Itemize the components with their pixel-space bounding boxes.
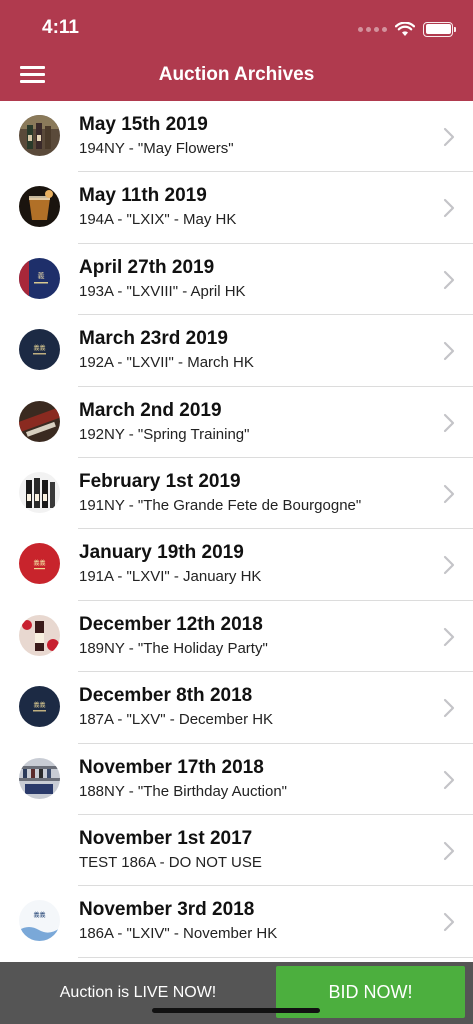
chevron-right-icon [443, 413, 455, 432]
chevron-right-icon [443, 627, 455, 646]
auction-thumbnail [19, 471, 60, 513]
signal-icon [358, 26, 387, 32]
auction-thumbnail: 義義 [19, 686, 60, 728]
auction-thumbnail [19, 186, 60, 228]
auction-date: May 11th 2019 [79, 185, 207, 207]
auction-thumbnail: 義義 [19, 900, 60, 942]
svg-text:義義: 義義 [33, 344, 45, 352]
auction-row[interactable]: December 12th 2018 189NY - "The Holiday P… [0, 601, 473, 673]
auction-name: 191A - "LXVI" - January HK [79, 568, 262, 586]
auction-date: December 8th 2018 [79, 685, 253, 707]
auction-row[interactable]: May 15th 2019 194NY - "May Flowers" [0, 101, 473, 173]
auction-date: January 19th 2019 [79, 542, 244, 564]
auction-date: November 3rd 2018 [79, 899, 255, 921]
page-title: Auction Archives [158, 64, 315, 85]
auction-row[interactable]: May 11th 2019 194A - "LXIX" - May HK [0, 172, 473, 244]
chevron-right-icon [443, 484, 455, 504]
auction-date: March 2nd 2019 [79, 399, 222, 421]
auction-row[interactable]: 義 April 27th 2019 193A - "LXVIII" - April … [0, 244, 473, 316]
chevron-right-icon [443, 913, 455, 932]
svg-text:義義: 義義 [33, 911, 45, 919]
auction-name: 187A - "LXV" - December HK [79, 711, 274, 729]
auction-thumbnail [19, 400, 60, 442]
auction-name: 194NY - "May Flowers" [79, 140, 234, 157]
auction-row[interactable]: 義義 January 19th 2019 191A - "LXVI" - Janua… [0, 529, 473, 601]
auction-thumbnail [19, 115, 60, 156]
auction-list: May 15th 2019 194NY - "May Flowers" May 11… [0, 101, 473, 958]
auction-row[interactable]: 義義 December 8th 2018 187A - "LXV" - Decemb… [0, 672, 473, 744]
status-time: 4:11 [42, 17, 79, 38]
chevron-right-icon [443, 699, 455, 718]
svg-text:義義: 義義 [33, 701, 45, 709]
auction-name: 192A - "LXVII" - March HK [79, 354, 254, 372]
svg-text:義義: 義義 [33, 559, 45, 567]
auction-name: 189NY - "The Holiday Party" [79, 639, 268, 657]
wifi-icon [395, 21, 415, 36]
auction-row[interactable]: November 1st 2017 TEST 186A - DO NOT USE [0, 815, 473, 887]
chevron-right-icon [443, 841, 455, 861]
auction-date: February 1st 2019 [79, 470, 241, 492]
chevron-right-icon [443, 556, 455, 575]
chevron-right-icon [443, 127, 455, 147]
auction-name: TEST 186A - DO NOT USE [79, 853, 262, 871]
auction-name: 193A - "LXVIII" - April HK [79, 282, 246, 300]
auction-thumbnail [19, 757, 60, 799]
chevron-right-icon [443, 342, 455, 361]
home-indicator [152, 1008, 320, 1013]
chevron-right-icon [443, 270, 455, 289]
auction-date: May 15th 2019 [79, 114, 208, 135]
auction-name: 194A - "LXIX" - May HK [79, 211, 237, 229]
auction-date: November 17th 2018 [79, 756, 264, 778]
auction-row[interactable]: February 1st 2019 191NY - "The Grande Fet… [0, 458, 473, 530]
auction-thumbnail: 義義 [19, 543, 60, 585]
auction-row[interactable]: November 17th 2018 188NY - "The Birthday … [0, 744, 473, 815]
auction-row[interactable]: March 2nd 2019 192NY - "Spring Training" [0, 387, 473, 458]
row-divider [78, 956, 473, 958]
auction-thumbnail: 義 [19, 257, 60, 299]
navigation-bar: 4:11 Auction Archives [0, 0, 473, 101]
auction-row[interactable]: 義義 March 23rd 2019 192A - "LXVII" - March … [0, 315, 473, 387]
chevron-right-icon [443, 199, 455, 218]
svg-text:義: 義 [38, 271, 45, 280]
chevron-right-icon [443, 770, 455, 789]
auction-thumbnail-empty [19, 829, 60, 870]
live-auction-banner: Auction is LIVE NOW! BID NOW! [0, 962, 473, 1024]
auction-name: 188NY - "The Birthday Auction" [79, 782, 287, 800]
auction-thumbnail: 義義 [19, 329, 60, 371]
auction-date: November 1st 2017 [79, 827, 253, 849]
auction-name: 192NY - "Spring Training" [79, 425, 250, 443]
auction-date: December 12th 2018 [79, 613, 263, 635]
status-indicators [358, 20, 456, 38]
auction-date: March 23rd 2019 [79, 328, 228, 350]
auction-thumbnail [19, 614, 60, 656]
auction-row[interactable]: 義義 November 3rd 2018 186A - "LXIV" - Novem… [0, 886, 473, 958]
auction-name: 186A - "LXIV" - November HK [79, 925, 278, 943]
auction-date: April 27th 2019 [79, 256, 215, 278]
auction-name: 191NY - "The Grande Fete de Bourgogne" [79, 496, 362, 514]
battery-icon [423, 21, 456, 37]
live-status-text: Auction is LIVE NOW! [59, 984, 217, 1001]
